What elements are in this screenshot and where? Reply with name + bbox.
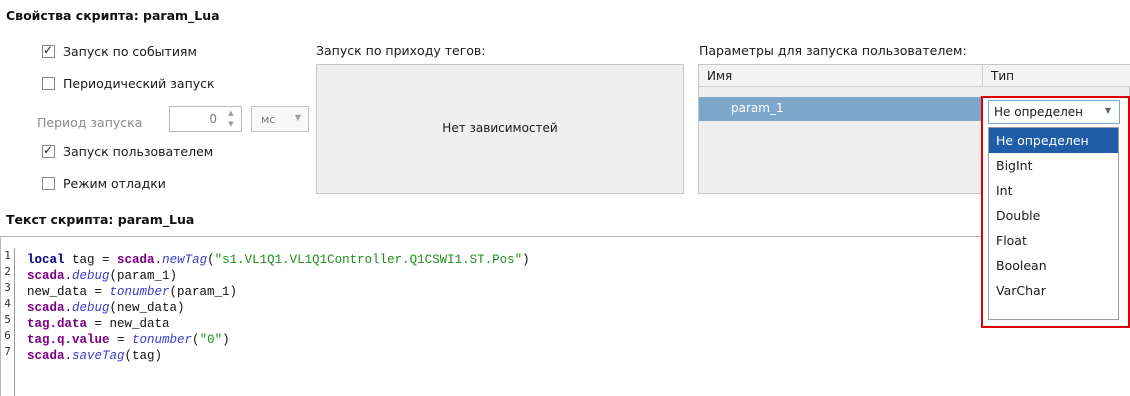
code-token: saveTag xyxy=(72,349,125,363)
line-number: 5 xyxy=(4,313,11,326)
code-token: (param_1) xyxy=(109,269,178,283)
code-token: . xyxy=(154,253,163,267)
debug-mode-checkbox[interactable]: Режим отладки xyxy=(42,176,166,191)
code-line[interactable]: local tag = scada.newTag("s1.VL1Q1.VL1Q1… xyxy=(27,252,530,268)
type-select-value: Не определен xyxy=(994,105,1083,119)
check-icon xyxy=(42,43,55,58)
period-label: Период запуска xyxy=(37,115,143,130)
code-token: ( xyxy=(192,333,200,347)
debug-mode-label: Режим отладки xyxy=(63,176,166,191)
chevron-down-icon: ▼ xyxy=(1104,106,1111,115)
spin-arrows-icon[interactable]: ▲ ▼ xyxy=(223,108,239,130)
line-number: 7 xyxy=(4,345,11,358)
type-option[interactable]: Int xyxy=(989,178,1118,203)
code-line[interactable]: new_data = tonumber(param_1) xyxy=(27,284,530,300)
code-token: (new_data) xyxy=(109,301,185,315)
code-token: debug xyxy=(72,301,110,315)
code-token: = new_data xyxy=(87,317,170,331)
check-icon xyxy=(42,143,55,158)
no-dependencies-text: Нет зависимостей xyxy=(442,121,558,135)
code-token: "0" xyxy=(199,333,223,347)
code-token: ) xyxy=(522,253,530,267)
code-token: scada xyxy=(27,349,65,363)
type-option[interactable]: BigInt xyxy=(989,153,1118,178)
period-spinbox[interactable]: 0 ▲ ▼ xyxy=(169,106,242,132)
type-select[interactable]: Не определен ▼ xyxy=(988,100,1120,124)
code-token: (tag) xyxy=(124,349,163,363)
line-number: 3 xyxy=(4,281,11,294)
code-token: scada xyxy=(117,253,155,267)
code-token: tonumber xyxy=(132,333,193,347)
type-option[interactable]: Boolean xyxy=(989,253,1118,278)
type-option[interactable]: Double xyxy=(989,203,1118,228)
code-token: = xyxy=(109,333,133,347)
line-number-gutter: 1 2 3 4 5 6 7 xyxy=(1,248,15,396)
periodic-launch-label: Периодический запуск xyxy=(63,76,215,91)
code-token: scada xyxy=(27,269,65,283)
code-line[interactable]: scada.debug(param_1) xyxy=(27,268,530,284)
line-number: 2 xyxy=(4,265,11,278)
table-row[interactable]: param_1 xyxy=(699,97,983,121)
code-token: debug xyxy=(72,269,110,283)
type-option[interactable]: VarChar xyxy=(989,278,1118,303)
user-params-label: Параметры для запуска пользователем: xyxy=(699,43,967,58)
code-lines[interactable]: local tag = scada.newTag("s1.VL1Q1.VL1Q1… xyxy=(27,252,530,364)
line-number: 4 xyxy=(4,297,11,310)
type-option[interactable]: Не определен xyxy=(989,128,1118,153)
period-value: 0 xyxy=(209,112,217,126)
code-token: "s1.VL1Q1.VL1Q1Controller.Q1CSWI1.ST.Pos… xyxy=(214,253,523,267)
code-token: tonumber xyxy=(109,285,170,299)
code-token: . xyxy=(64,301,73,315)
code-token: ) xyxy=(222,333,230,347)
line-number: 6 xyxy=(4,329,11,342)
tags-trigger-label: Запуск по приходу тегов: xyxy=(316,43,486,58)
tags-dependencies-panel[interactable]: Нет зависимостей xyxy=(316,64,684,194)
code-line[interactable]: tag.q.value = tonumber("0") xyxy=(27,332,530,348)
code-token: scada xyxy=(27,301,65,315)
code-line[interactable]: tag.data = new_data xyxy=(27,316,530,332)
period-unit-select[interactable]: мс ▼ xyxy=(251,106,309,132)
code-token: local xyxy=(27,253,65,267)
user-launch-label: Запуск пользователем xyxy=(63,144,214,159)
script-text-title: Текст скрипта: param_Lua xyxy=(6,212,195,227)
code-token: tag.data xyxy=(27,317,88,331)
code-token: new_data = xyxy=(27,285,110,299)
code-line[interactable]: scada.saveTag(tag) xyxy=(27,348,530,364)
code-token: ( xyxy=(207,253,215,267)
type-dropdown-highlight: Не определен ▼ Не определен BigInt Int D… xyxy=(981,96,1130,328)
code-token: (param_1) xyxy=(169,285,238,299)
user-launch-checkbox[interactable]: Запуск пользователем xyxy=(42,143,214,159)
code-token: tag.q.value xyxy=(27,333,110,347)
type-option[interactable]: Float xyxy=(989,228,1118,253)
code-line[interactable]: scada.debug(new_data) xyxy=(27,300,530,316)
event-launch-checkbox[interactable]: Запуск по событиям xyxy=(42,43,197,59)
column-header-name[interactable]: Имя xyxy=(699,65,983,87)
event-launch-label: Запуск по событиям xyxy=(63,44,197,59)
code-editor[interactable]: 1 2 3 4 5 6 7 local tag = scada.newTag("… xyxy=(0,236,1130,396)
code-token: newTag xyxy=(162,253,208,267)
code-token: . xyxy=(64,349,73,363)
param-name-cell: param_1 xyxy=(731,101,784,115)
type-options-list[interactable]: Не определен BigInt Int Double Float Boo… xyxy=(988,127,1119,320)
periodic-launch-checkbox[interactable]: Периодический запуск xyxy=(42,76,215,91)
column-header-type[interactable]: Тип xyxy=(983,65,1130,87)
code-token: tag = xyxy=(64,253,118,267)
chevron-down-icon: ▼ xyxy=(294,113,301,122)
period-unit-value: мс xyxy=(261,113,276,126)
line-number: 1 xyxy=(4,249,11,262)
script-props-title: Свойства скрипта: param_Lua xyxy=(6,8,220,23)
code-token: . xyxy=(64,269,73,283)
